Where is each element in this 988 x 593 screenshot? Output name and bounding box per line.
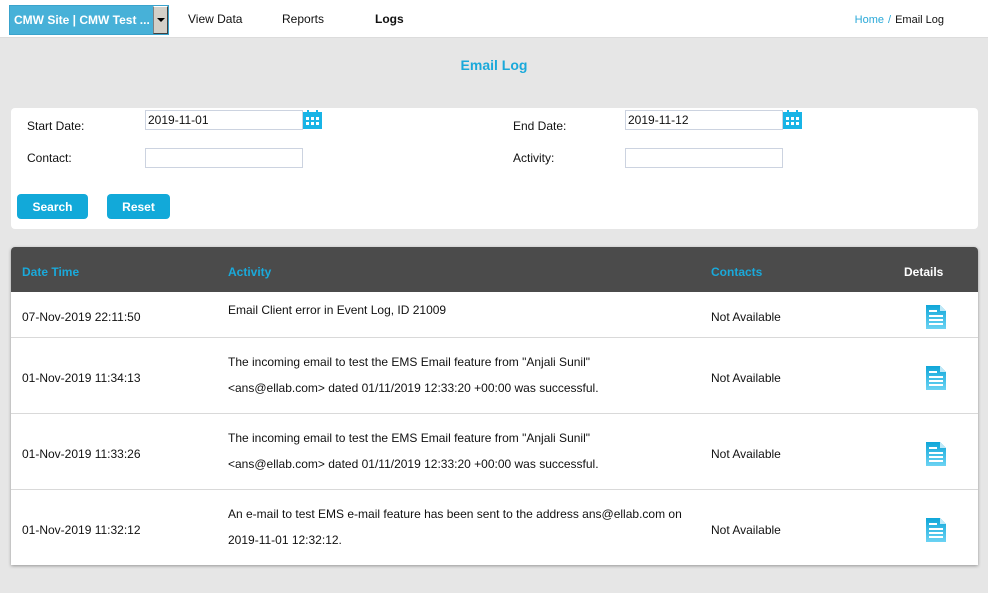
row-activity-line: <ans@ellab.com> dated 01/11/2019 12:33:2… (228, 457, 599, 471)
row-contacts: Not Available (711, 371, 781, 385)
table-row: 01-Nov-2019 11:32:12 An e-mail to test E… (11, 490, 978, 565)
end-date-input[interactable]: 2019-11-12 (625, 110, 783, 130)
document-icon[interactable] (925, 304, 947, 330)
row-activity-line: <ans@ellab.com> dated 01/11/2019 12:33:2… (228, 381, 599, 395)
breadcrumb-current: Email Log (895, 14, 944, 26)
start-date-input[interactable]: 2019-11-01 (145, 110, 303, 130)
breadcrumb-home-link[interactable]: Home (855, 14, 884, 26)
start-date-label: Start Date: (27, 119, 85, 133)
document-icon[interactable] (925, 517, 947, 543)
end-date-label: End Date: (513, 119, 567, 133)
row-contacts: Not Available (711, 310, 781, 324)
table-header: Date Time Activity Contacts Details (11, 247, 978, 292)
calendar-icon[interactable] (302, 109, 323, 130)
document-icon[interactable] (925, 441, 947, 467)
row-contacts: Not Available (711, 523, 781, 537)
site-selector-dropdown[interactable]: CMW Site | CMW Test ... (9, 5, 169, 35)
row-activity-line: The incoming email to test the EMS Email… (228, 431, 591, 445)
row-activity: An e-mail to test EMS e-mail feature has… (228, 501, 682, 553)
calendar-icon[interactable] (782, 109, 803, 130)
nav-view-data[interactable]: View Data (188, 12, 242, 26)
table-row: 01-Nov-2019 11:33:26 The incoming email … (11, 414, 978, 490)
row-activity-line: An e-mail to test EMS e-mail feature has… (228, 507, 682, 521)
table-row: 01-Nov-2019 11:34:13 The incoming email … (11, 338, 978, 414)
activity-input[interactable] (625, 148, 783, 168)
top-navigation-bar: CMW Site | CMW Test ... View Data Report… (0, 0, 988, 38)
row-activity: The incoming email to test the EMS Email… (228, 349, 599, 401)
chevron-down-icon[interactable] (153, 6, 168, 34)
row-datetime: 07-Nov-2019 22:11:50 (22, 310, 141, 324)
nav-reports[interactable]: Reports (282, 12, 324, 26)
row-activity-line: The incoming email to test the EMS Email… (228, 355, 591, 369)
row-activity: Email Client error in Event Log, ID 2100… (228, 297, 446, 323)
contact-input[interactable] (145, 148, 303, 168)
row-activity-line: 2019-11-01 12:32:12. (228, 533, 342, 547)
table-row: 07-Nov-2019 22:11:50 Email Client error … (11, 292, 978, 338)
site-selector-value: CMW Site | CMW Test ... (14, 13, 150, 27)
row-activity-line: Email Client error in Event Log, ID 2100… (228, 303, 447, 317)
contact-label: Contact: (27, 151, 72, 165)
filter-panel: Start Date: 2019-11-01 End Date: 2019-11… (11, 108, 978, 229)
column-header-contacts[interactable]: Contacts (711, 265, 762, 279)
row-activity: The incoming email to test the EMS Email… (228, 425, 599, 477)
row-contacts: Not Available (711, 447, 781, 461)
page-title: Email Log (460, 57, 528, 73)
column-header-details: Details (904, 265, 944, 279)
column-header-date-time[interactable]: Date Time (22, 265, 79, 279)
breadcrumb-separator: / (888, 14, 892, 26)
row-datetime: 01-Nov-2019 11:32:12 (22, 523, 141, 537)
activity-label: Activity: (513, 151, 555, 165)
column-header-activity[interactable]: Activity (228, 265, 271, 279)
document-icon[interactable] (925, 365, 947, 391)
nav-logs[interactable]: Logs (375, 12, 404, 26)
search-button[interactable]: Search (17, 194, 88, 219)
breadcrumb: Home / Email Log (855, 14, 944, 26)
row-datetime: 01-Nov-2019 11:34:13 (22, 371, 141, 385)
email-log-table: Date Time Activity Contacts Details 07-N… (11, 247, 978, 565)
reset-button[interactable]: Reset (107, 194, 170, 219)
row-datetime: 01-Nov-2019 11:33:26 (22, 447, 141, 461)
